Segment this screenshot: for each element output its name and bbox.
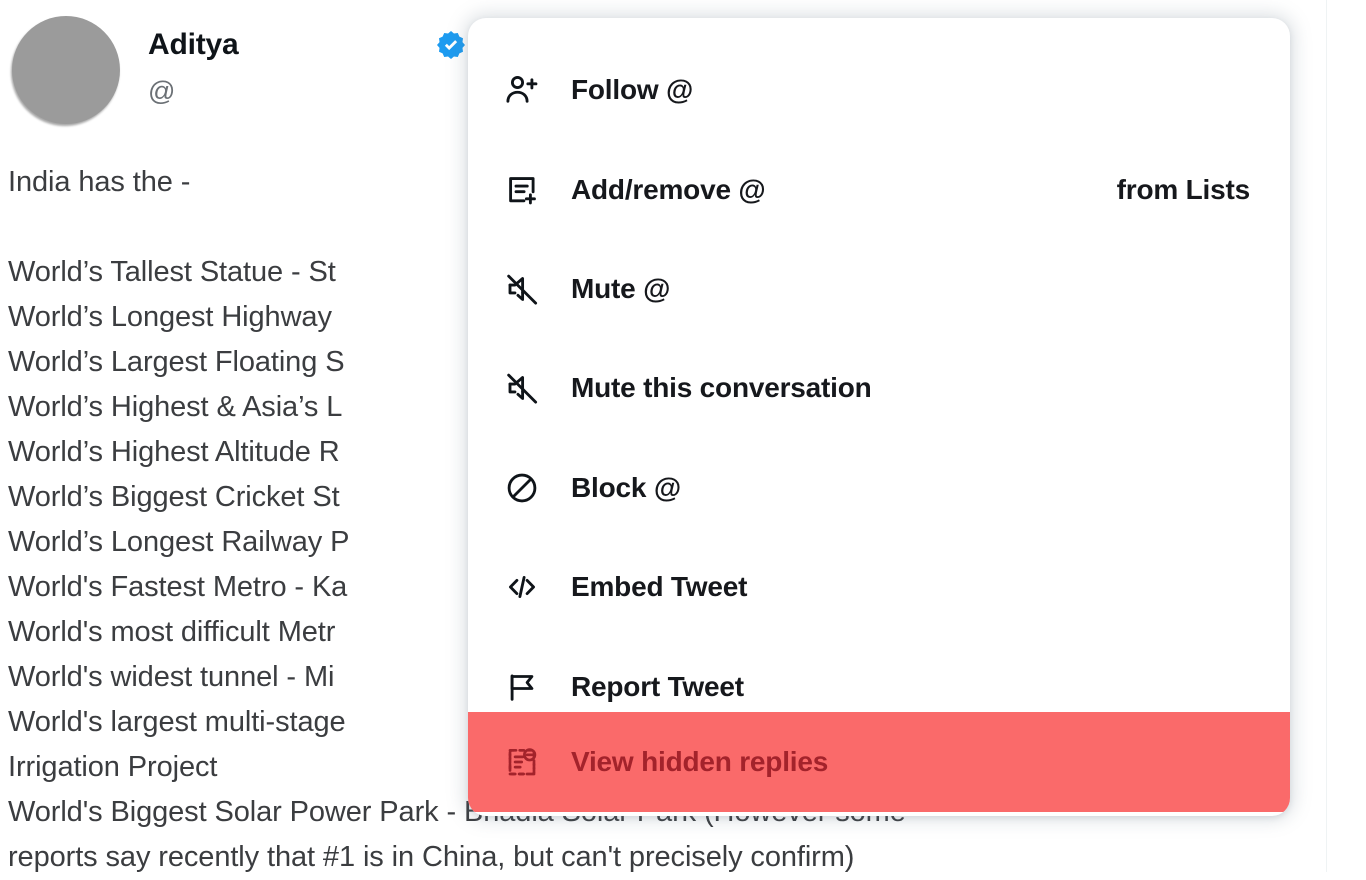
menu-item-embed-tweet[interactable]: Embed Tweet <box>468 552 1290 622</box>
person-plus-icon <box>502 70 542 110</box>
hidden-replies-icon <box>502 742 542 782</box>
code-icon <box>502 567 542 607</box>
tweet-context-menu: Follow @ Add/remove @ from Lists Mute @ <box>468 18 1290 816</box>
mute-icon <box>502 269 542 309</box>
avatar[interactable] <box>12 16 120 124</box>
display-name[interactable]: Aditya <box>148 28 239 62</box>
flag-icon <box>502 667 542 707</box>
block-icon <box>502 468 542 508</box>
menu-item-label: Embed Tweet <box>571 571 748 602</box>
menu-item-label: Report Tweet <box>571 671 744 702</box>
verified-badge-icon <box>435 29 467 61</box>
menu-item-suffix: from Lists <box>1116 174 1251 205</box>
menu-item-block-user[interactable]: Block @ <box>468 453 1290 523</box>
menu-item-label: Block @ <box>571 472 681 503</box>
menu-item-view-hidden-replies[interactable]: View hidden replies <box>468 712 1290 812</box>
menu-item-label: Mute @ <box>571 273 671 304</box>
menu-item-label: Follow @ <box>571 74 694 105</box>
menu-item-mute-user[interactable]: Mute @ <box>468 254 1290 324</box>
list-add-icon <box>502 170 542 210</box>
menu-item-label: Add/remove @ <box>571 174 766 205</box>
menu-item-follow[interactable]: Follow @ <box>468 55 1290 125</box>
menu-item-mute-conversation[interactable]: Mute this conversation <box>468 353 1290 423</box>
mute-icon <box>502 368 542 408</box>
menu-item-label: Mute this conversation <box>571 372 872 403</box>
menu-item-add-remove-lists[interactable]: Add/remove @ from Lists <box>468 155 1290 225</box>
menu-item-label: View hidden replies <box>571 746 829 777</box>
user-handle[interactable]: @ <box>148 76 175 107</box>
